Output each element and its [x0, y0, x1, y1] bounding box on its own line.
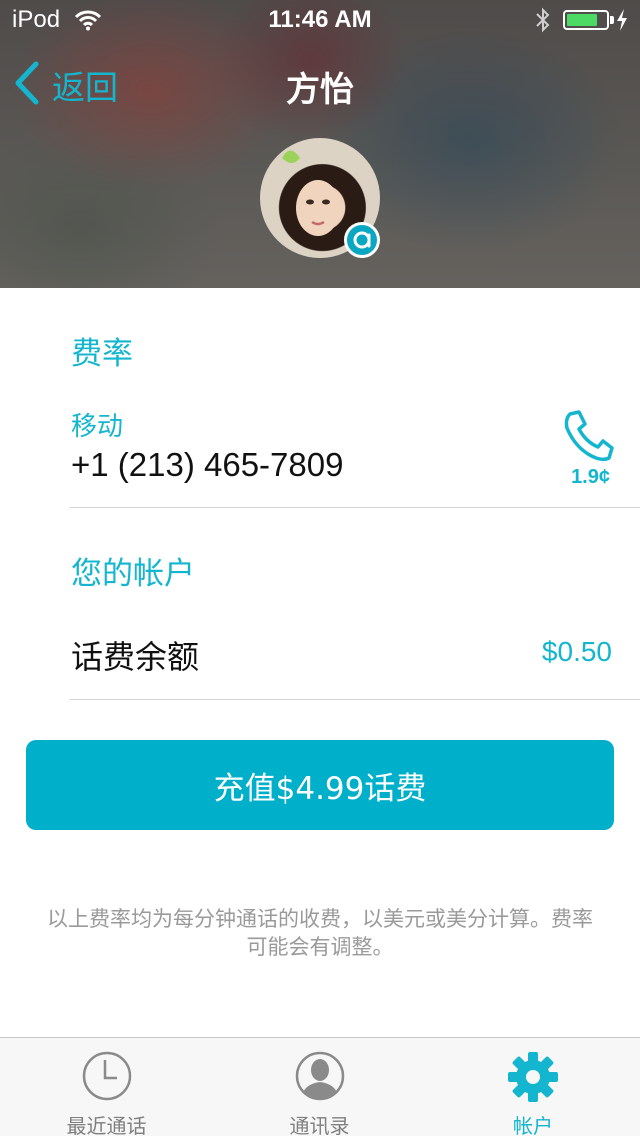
profile-header: iPod 11:46 AM 返回 方怡: [0, 0, 640, 288]
battery-level: [567, 14, 597, 26]
phone-number: +1 (213) 465-7809: [71, 446, 344, 483]
battery-tip: [610, 16, 614, 24]
gear-icon: [426, 1050, 640, 1104]
tab-recent-calls[interactable]: 最近通话: [0, 1038, 213, 1138]
status-bar: iPod 11:46 AM: [0, 0, 640, 40]
tab-label: 通讯录: [289, 1114, 350, 1138]
tab-bar: 最近通话 通讯录 帐户: [0, 1037, 640, 1138]
balance-value: $0.50: [541, 636, 612, 667]
balance-label: 话费余额: [71, 638, 200, 676]
tab-label: 帐户: [513, 1114, 553, 1138]
app-badge-icon: [344, 222, 380, 258]
divider: [70, 699, 640, 700]
contacts-icon: [213, 1050, 426, 1102]
tab-contacts[interactable]: 通讯录: [213, 1038, 426, 1138]
rates-section-title: 费率: [71, 336, 133, 372]
bluetooth-icon: [535, 7, 551, 37]
page-title: 方怡: [286, 70, 354, 110]
account-section-title: 您的帐户: [71, 556, 195, 592]
rates-footnote: 以上费率均为每分钟通话的收费，以美元或美分计算。费率可能会有调整。: [47, 907, 593, 959]
clock-icon: [0, 1050, 213, 1102]
battery-icon: [563, 10, 609, 30]
tab-account[interactable]: 帐户: [426, 1038, 640, 1138]
call-rate: 1.9¢: [571, 466, 610, 488]
rate-type-label: 移动: [71, 412, 124, 442]
phone-icon[interactable]: [564, 410, 614, 466]
tab-label: 最近通话: [66, 1114, 147, 1138]
divider: [70, 507, 640, 508]
charging-icon: [616, 9, 628, 35]
topup-button[interactable]: 充值$4.99话费: [26, 740, 614, 830]
